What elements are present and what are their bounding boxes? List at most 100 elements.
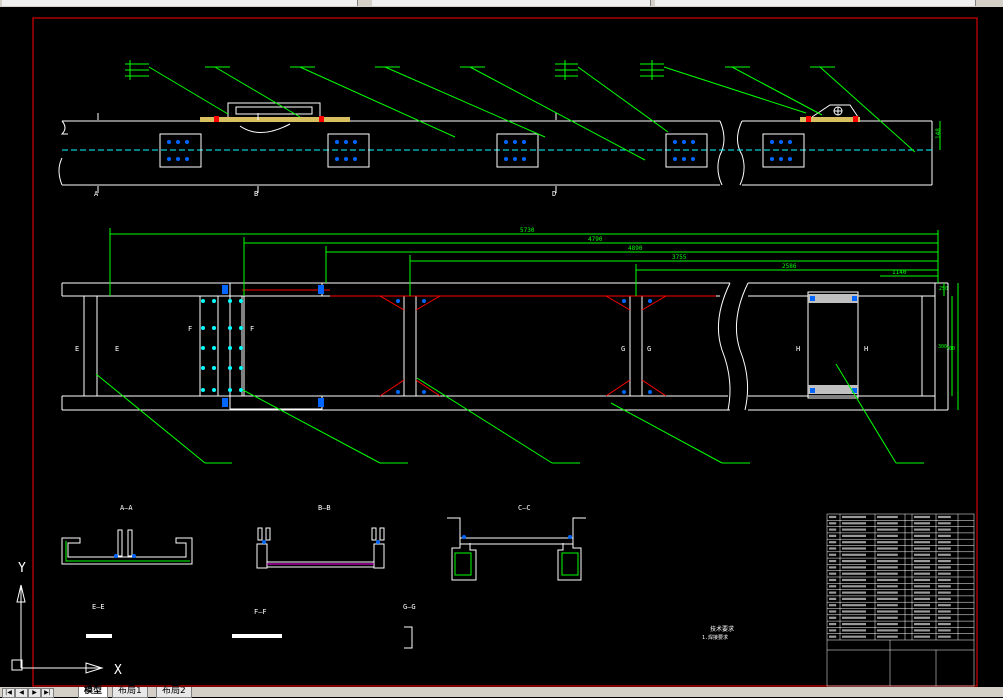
bom-cell-mark [914,591,930,594]
bom-cell-mark [829,597,837,600]
toolbar-segment[interactable] [2,0,358,6]
bom-cell-mark [877,629,898,632]
section-mark-d: D [552,190,556,198]
bom-cell-mark [842,610,866,613]
bom-cell-mark [829,578,837,582]
bom-cell-mark [938,541,951,544]
bom-cell-mark [829,572,837,575]
bom-cell-mark [829,559,837,563]
bom-cell-mark [938,585,951,588]
bom-cell-mark [829,566,837,569]
bolt-pattern-markers [201,299,243,392]
bom-cell-mark [877,616,898,619]
section-mark-g-left: G [621,345,625,353]
section-mark-b: B [254,190,258,198]
section-mark-h-left: H [796,345,800,353]
bom-table [826,513,975,687]
bom-cell-mark [842,534,866,537]
dimension-4890: 4890 [628,245,643,252]
bom-cell-mark [914,553,930,556]
bom-cell-mark [829,591,837,594]
bom-cell-mark [914,635,930,638]
bom-cell-mark [829,547,837,550]
toolbar-segment[interactable] [655,0,976,6]
bom-cell-mark [877,635,898,638]
notes-title: 技术要求 [710,625,734,633]
bom-cell-mark [914,610,930,613]
bom-cell-mark [877,622,898,626]
tab-layout2[interactable]: 布局2 [156,687,192,698]
bom-cell-mark [877,610,898,613]
bom-cell-mark [938,515,951,519]
bom-cell-mark [938,591,951,594]
bom-cell-mark [877,591,898,594]
bom-cell-mark [842,597,866,600]
bom-cell-mark [829,622,837,626]
bom-cell-mark [877,547,898,550]
view-label-ff: F—F [254,608,267,616]
bom-cell-mark [829,604,837,607]
dimension-right-700: 700 [946,346,955,352]
frame-dimension-lines [109,228,959,410]
bom-cell-mark [914,622,930,626]
bom-cell-mark [829,515,837,519]
bom-cell-mark [842,515,866,519]
bom-cell-mark [829,635,837,638]
dimension-4790: 4790 [588,236,603,243]
view-label-bb: B—B [318,504,331,512]
bom-cell-mark [842,547,866,550]
bom-cell-mark [914,566,930,569]
dimension-1140: 1140 [892,269,907,276]
section-gg-drawing [404,626,413,649]
bom-cell-mark [842,553,866,556]
bom-cell-mark [829,610,837,613]
ucs-y-label: Y [18,561,26,576]
bom-cell-mark [938,522,951,525]
bom-cell-mark [842,522,866,525]
bom-cell-mark [938,528,951,531]
bom-cell-mark [914,547,930,550]
toolbar-segment[interactable] [372,0,651,6]
bom-cell-mark [842,591,866,594]
top-leader-lines [125,60,916,161]
section-mark-f-left: F [188,325,192,333]
bom-cell-mark [914,528,930,531]
bom-cell-mark [842,578,866,582]
bom-cell-mark [877,597,898,600]
frame-leader-lines [95,363,924,464]
section-cut-marks [97,113,557,193]
bom-cell-mark [938,547,951,550]
section-mark-h-right: H [864,345,868,353]
bom-cell-mark [829,534,837,537]
tab-layout1[interactable]: 布局1 [112,687,148,698]
bom-cell-mark [829,553,837,556]
bom-cell-mark [938,604,951,607]
bom-cell-mark [914,572,930,575]
bom-cell-mark [938,616,951,619]
section-cc-drawing [447,517,586,581]
section-mark-e-left: E [75,345,79,353]
view-label-aa: A—A [120,504,133,512]
bom-cell-mark [877,585,898,588]
bom-cell-mark [877,534,898,537]
bom-cell-mark [877,515,898,519]
bom-cell-mark [938,559,951,563]
section-ff-bar [232,634,282,638]
notes-line: 1.焊接要求 [702,634,728,641]
bom-cell-mark [914,522,930,525]
bom-cell-mark [938,566,951,569]
bom-cell-mark [914,604,930,607]
dimension-2586: 2586 [782,263,797,270]
tab-model[interactable]: 模型 [78,687,109,698]
bom-cell-mark [829,585,837,588]
drawing-canvas[interactable]: A B D 148 E E F F G G H H 5730 4790 4890… [0,7,1003,687]
bom-cell-mark [938,597,951,600]
bom-cell-mark [938,578,951,582]
bom-cell-mark [914,559,930,563]
bom-cell-mark [938,629,951,632]
bom-cell-mark [829,528,837,531]
view-label-cc: C—C [518,504,531,512]
frame-bolts [222,285,857,407]
bom-cell-mark [829,616,837,619]
bom-cell-mark [914,585,930,588]
